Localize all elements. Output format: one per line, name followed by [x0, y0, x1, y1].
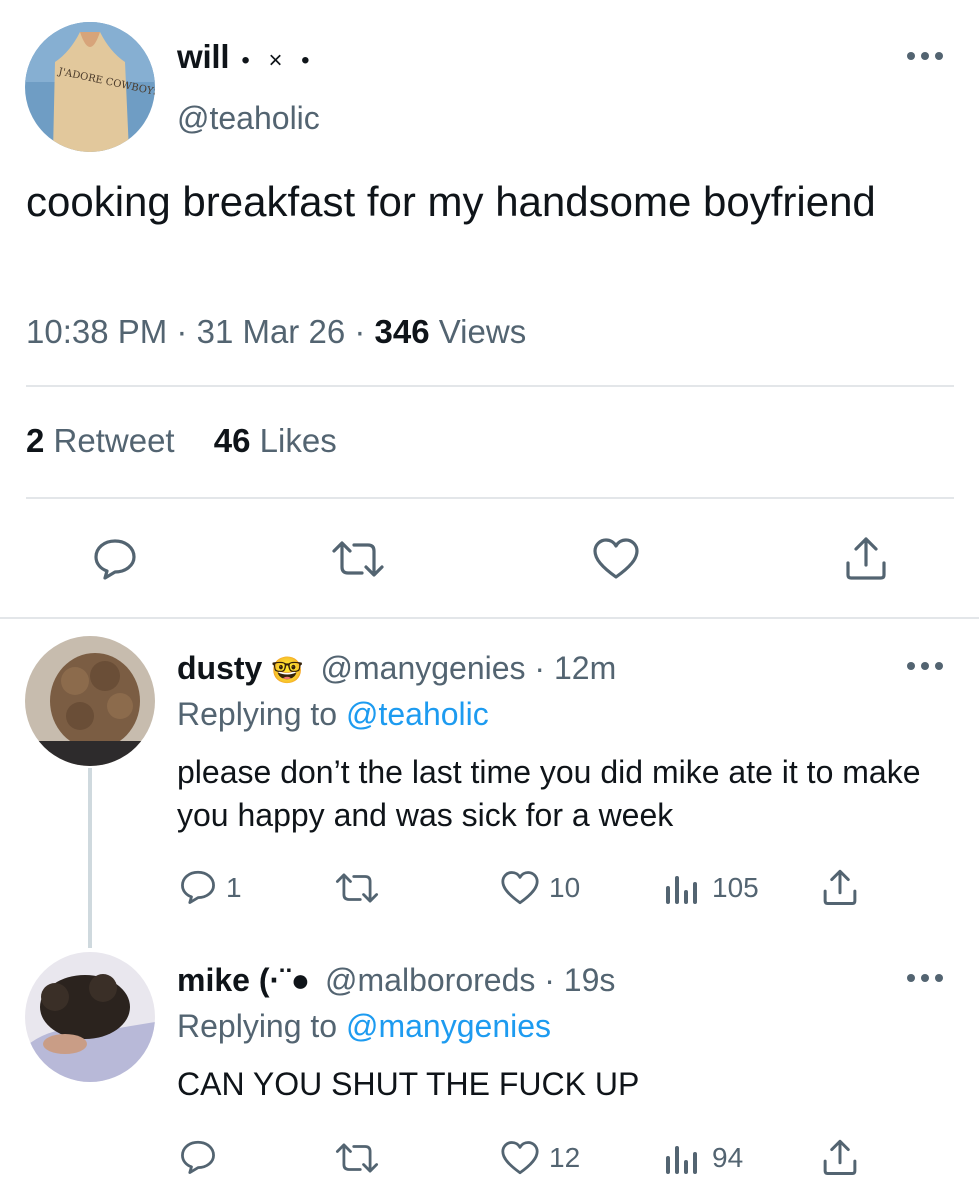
reply-time[interactable]: 19s	[564, 962, 616, 998]
replying-to-handle[interactable]: @teaholic	[346, 696, 489, 732]
heart-icon[interactable]	[500, 870, 540, 906]
views-count: 346	[374, 313, 430, 350]
reply-text: CAN YOU SHUT THE FUCK UP	[177, 1066, 640, 1102]
reply-emoji: 🤓	[271, 655, 304, 685]
reply-avatar[interactable]	[25, 636, 155, 766]
retweet-icon[interactable]	[330, 537, 386, 581]
reply-name-decoration: (·¨●	[258, 962, 311, 998]
reply-time[interactable]: 12m	[554, 650, 616, 686]
replying-label: Replying to	[177, 696, 338, 732]
retweets-stat[interactable]: 2 Retweet	[26, 422, 175, 459]
author-name[interactable]: will • × •	[177, 38, 316, 76]
reply-text: please don’t the last time you did mike …	[177, 754, 921, 833]
reply-handle[interactable]: @manygenies	[321, 650, 526, 686]
heart-icon[interactable]	[592, 537, 640, 581]
author-avatar[interactable]: J'ADORE COWBOYS	[25, 22, 155, 152]
replying-to-handle[interactable]: @manygenies	[346, 1008, 551, 1044]
reply-icon[interactable]	[179, 869, 217, 905]
reply-icon[interactable]	[92, 537, 138, 581]
reply-icon[interactable]	[179, 1139, 217, 1175]
more-options-icon[interactable]	[905, 660, 945, 672]
retweets-count: 2	[26, 422, 45, 459]
heart-icon[interactable]	[500, 1140, 540, 1176]
divider	[0, 617, 979, 619]
retweet-icon[interactable]	[334, 1140, 380, 1176]
meta-separator: ·	[534, 650, 546, 686]
like-count: 12	[549, 1142, 581, 1173]
share-icon[interactable]	[821, 1138, 859, 1176]
share-icon[interactable]	[843, 535, 889, 581]
likes-count: 46	[213, 422, 251, 459]
reply-avatar[interactable]	[25, 952, 155, 1082]
divider	[26, 497, 954, 499]
views-chart-icon[interactable]	[664, 1142, 698, 1174]
view-count: 105	[712, 872, 759, 903]
thread-line	[88, 768, 92, 948]
retweets-label: Retweet	[53, 422, 175, 459]
retweet-icon[interactable]	[334, 870, 380, 906]
replying-label: Replying to	[177, 1008, 338, 1044]
likes-label: Likes	[259, 422, 337, 459]
meta-separator: ·	[176, 313, 188, 350]
tweet-time[interactable]: 10:38 PM	[26, 313, 167, 350]
like-count: 10	[549, 872, 581, 903]
reply-handle[interactable]: @malbororeds	[325, 962, 535, 998]
view-count: 94	[712, 1142, 744, 1173]
reply-header: dusty 🤓 @manygenies · 12m	[177, 650, 616, 687]
reply-count: 1	[226, 872, 242, 903]
views-label: Views	[438, 313, 527, 350]
replying-to: Replying to @teaholic	[177, 696, 489, 733]
reply-display-name[interactable]: mike	[177, 962, 250, 998]
meta-separator: ·	[354, 313, 366, 350]
author-handle[interactable]: @teaholic	[177, 100, 320, 137]
tweet-text: cooking breakfast for my handsome boyfri…	[26, 178, 876, 225]
tweet-date[interactable]: 31 Mar 26	[197, 313, 346, 350]
share-icon[interactable]	[821, 868, 859, 906]
tweet-meta: 10:38 PM · 31 Mar 26 · 346 Views	[26, 313, 526, 351]
reply-header: mike (·¨● @malbororeds · 19s	[177, 962, 615, 999]
more-options-icon[interactable]	[905, 972, 945, 984]
author-display-name[interactable]: will	[177, 38, 230, 75]
author-name-decoration: • × •	[241, 47, 316, 74]
more-options-icon[interactable]	[905, 50, 945, 62]
reply-display-name[interactable]: dusty	[177, 650, 262, 686]
views-chart-icon[interactable]	[664, 872, 698, 904]
likes-stat[interactable]: 46 Likes	[214, 422, 337, 459]
meta-separator: ·	[544, 962, 555, 998]
tweet-stats: 2 Retweet 46 Likes	[26, 422, 337, 460]
replying-to: Replying to @manygenies	[177, 1008, 551, 1045]
divider	[26, 385, 954, 387]
